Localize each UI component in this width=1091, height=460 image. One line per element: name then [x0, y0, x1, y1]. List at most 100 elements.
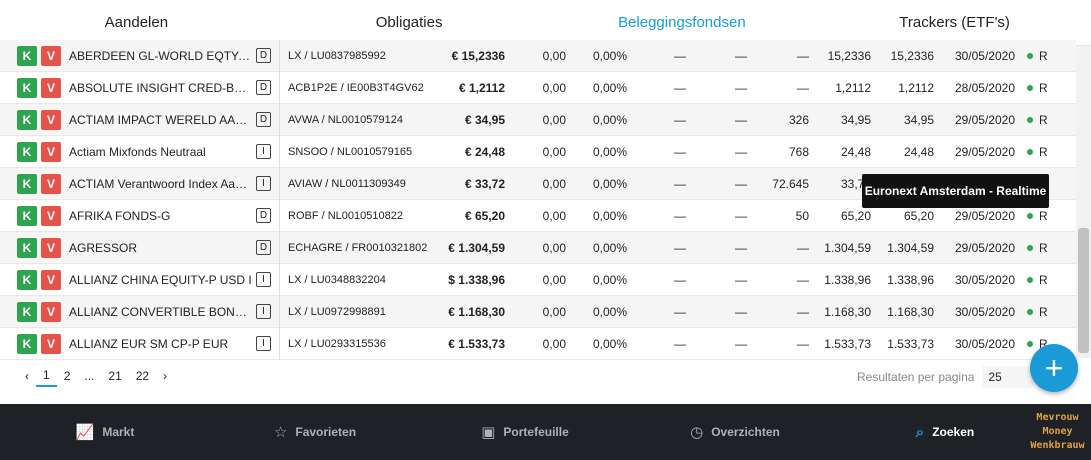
- results-per-page-label: Resultaten per pagina: [857, 370, 975, 384]
- page-1-button[interactable]: 1: [36, 365, 57, 387]
- volume-value: —: [797, 272, 809, 287]
- fund-name[interactable]: Actiam Mixfonds Neutraal: [69, 145, 252, 159]
- sell-button[interactable]: V: [41, 77, 61, 98]
- buy-button[interactable]: K: [17, 109, 37, 130]
- quote-date: 29/05/2020: [954, 112, 1015, 127]
- bid-value: —: [674, 48, 686, 63]
- sell-button[interactable]: V: [41, 237, 61, 258]
- tab-trackers[interactable]: Trackers (ETF's): [818, 0, 1091, 45]
- buy-button[interactable]: K: [17, 333, 37, 354]
- change-value: 0,00: [542, 240, 566, 255]
- table-row[interactable]: K V ALLIANZ EUR SM CP-P EUR I LX / LU0293315…: [0, 327, 1076, 360]
- nav-favorieten[interactable]: ☆ Favorieten: [210, 423, 420, 441]
- results-per-page-select[interactable]: 25: [982, 366, 1035, 388]
- table-row[interactable]: K V ABSOLUTE INSIGHT CRED-B1P2€ D ACB1P2E / …: [0, 71, 1076, 104]
- nav-zoeken[interactable]: ⌕ Zoeken: [840, 424, 1050, 441]
- fund-type-badge: D: [256, 112, 271, 127]
- nav-markt[interactable]: 📈 Markt: [0, 423, 210, 441]
- buy-button[interactable]: K: [17, 237, 37, 258]
- sell-button[interactable]: V: [41, 333, 61, 354]
- column-divider: [279, 327, 280, 360]
- fund-name[interactable]: AGRESSOR: [69, 241, 252, 255]
- quote-date: 30/05/2020: [954, 272, 1015, 287]
- column-divider: [279, 231, 280, 264]
- change-value: 0,00: [542, 48, 566, 63]
- add-fab-button[interactable]: +: [1030, 344, 1078, 392]
- sell-button[interactable]: V: [41, 173, 61, 194]
- buy-button[interactable]: K: [17, 269, 37, 290]
- quote-date: 29/05/2020: [954, 144, 1015, 159]
- status-label: R: [1039, 80, 1048, 95]
- table-row[interactable]: K V ABERDEEN GL-WORLD EQTY-Y-2A D LX / LU083…: [0, 39, 1076, 72]
- nav-portefeuille[interactable]: ▣ Portefeuille: [420, 423, 630, 441]
- buy-button[interactable]: K: [17, 301, 37, 322]
- open-value: 15,2336: [827, 48, 871, 63]
- page-2-button[interactable]: 2: [57, 365, 78, 387]
- status-dot-icon: [1027, 116, 1033, 123]
- tab-obligaties[interactable]: Obligaties: [273, 0, 546, 45]
- tab-aandelen[interactable]: Aandelen: [0, 0, 273, 45]
- scrollbar[interactable]: [1076, 46, 1091, 358]
- sell-button[interactable]: V: [41, 109, 61, 130]
- status-dot-icon: [1027, 308, 1033, 315]
- fund-code: LX / LU0837985992: [288, 49, 386, 62]
- sell-button[interactable]: V: [41, 141, 61, 162]
- open-value: 1.304,59: [824, 240, 871, 255]
- change-percent: 0,00%: [592, 208, 627, 223]
- page-21-button[interactable]: 21: [101, 365, 128, 387]
- results-per-page: Resultaten per pagina 25: [857, 366, 1035, 388]
- page-22-button[interactable]: 22: [129, 365, 156, 387]
- fund-type-badge: I: [256, 304, 271, 319]
- sell-button[interactable]: V: [41, 301, 61, 322]
- sell-button[interactable]: V: [41, 205, 61, 226]
- quote-date: 29/05/2020: [954, 240, 1015, 255]
- last-price: € 65,20: [464, 208, 505, 223]
- status-label: R: [1039, 112, 1048, 127]
- column-divider: [279, 135, 280, 168]
- sell-button[interactable]: V: [41, 45, 61, 66]
- tab-beleggingsfondsen[interactable]: Beleggingsfondsen: [545, 0, 819, 46]
- status-dot-icon: [1027, 244, 1033, 251]
- open-value: 1,2112: [835, 80, 871, 95]
- fund-name[interactable]: ABERDEEN GL-WORLD EQTY-Y-2A: [69, 49, 252, 63]
- buy-button[interactable]: K: [17, 141, 37, 162]
- fund-type-badge: D: [256, 208, 271, 223]
- table-row[interactable]: K V AGRESSOR D ECHAGRE / FR0010321802 € 1.304…: [0, 231, 1076, 264]
- change-value: 0,00: [542, 304, 566, 319]
- bid-value: —: [674, 304, 686, 319]
- open-value: 24,48: [840, 144, 871, 159]
- bid-value: —: [674, 144, 686, 159]
- fund-name[interactable]: ALLIANZ EUR SM CP-P EUR: [69, 337, 252, 351]
- table-row[interactable]: K V ALLIANZ CONVERTIBLE BOND-PT I LX / LU097…: [0, 295, 1076, 328]
- buy-button[interactable]: K: [17, 205, 37, 226]
- prev-page-button[interactable]: ‹: [18, 365, 36, 387]
- previous-close-value: 1.533,73: [887, 336, 934, 351]
- fund-name[interactable]: ACTIAM Verantwoord Index Aandelenfonds: [69, 177, 252, 191]
- fund-name[interactable]: ABSOLUTE INSIGHT CRED-B1P2€: [69, 81, 252, 95]
- status-dot-icon: [1027, 212, 1033, 219]
- nav-overzichten[interactable]: ◷ Overzichten: [630, 423, 840, 441]
- table-row[interactable]: K V Actiam Mixfonds Neutraal I SNSOO / NL001…: [0, 135, 1076, 168]
- volume-value: —: [797, 336, 809, 351]
- previous-close-value: 1.304,59: [887, 240, 934, 255]
- buy-button[interactable]: K: [17, 77, 37, 98]
- fund-name[interactable]: AFRIKA FONDS-G: [69, 209, 252, 223]
- change-percent: 0,00%: [592, 48, 627, 63]
- buy-button[interactable]: K: [17, 173, 37, 194]
- table-row[interactable]: K V ALLIANZ CHINA EQUITY-P USD I I LX / LU03…: [0, 263, 1076, 296]
- fund-code: AVIAW / NL0011309349: [288, 177, 406, 190]
- bid-value: —: [674, 336, 686, 351]
- volume-value: —: [797, 80, 809, 95]
- next-page-button[interactable]: ›: [156, 365, 174, 387]
- previous-close-value: 1.338,96: [887, 272, 934, 287]
- fund-name[interactable]: ALLIANZ CONVERTIBLE BOND-PT: [69, 305, 252, 319]
- table-row[interactable]: KV ACTIAM IMPACT WERELD AANDELENFONDS D AVW…: [0, 103, 1076, 136]
- scrollbar-thumb[interactable]: [1078, 228, 1089, 353]
- sell-button[interactable]: V: [41, 269, 61, 290]
- fund-name[interactable]: ACTIAM IMPACT WERELD AANDELENFONDS: [69, 113, 252, 127]
- last-price: € 1.304,59: [448, 240, 505, 255]
- status-label: R: [1039, 240, 1048, 255]
- buy-button[interactable]: K: [17, 45, 37, 66]
- fund-name[interactable]: ALLIANZ CHINA EQUITY-P USD I: [69, 273, 252, 287]
- watermark-logo: Mevrouw Money Wenkbrauw: [1030, 412, 1085, 451]
